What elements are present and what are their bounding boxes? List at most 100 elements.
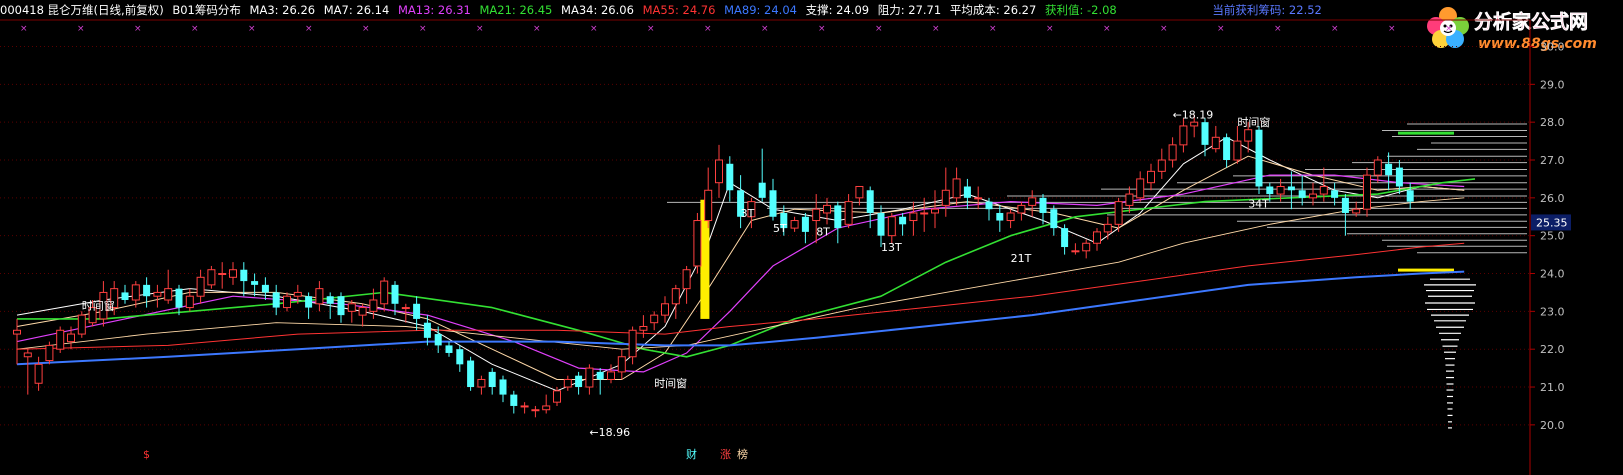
candle-body [153,291,162,297]
candle-body [1082,242,1091,252]
candle-body [434,334,442,346]
candle [45,341,54,365]
candle-body [650,314,659,324]
top-x-marker: × [1388,24,1396,34]
annotation-label: 3T [741,207,755,220]
candle [164,269,173,304]
candle [1287,171,1295,210]
top-x-marker: × [362,24,370,34]
y-tick-label: 26.0 [1540,192,1565,205]
candle [229,262,237,285]
candle-body [704,189,713,222]
candle-body [347,303,356,312]
grid-lines [0,19,1530,426]
candle [1211,125,1220,153]
price-chart[interactable]: 时间窗时间窗时间窗←18.96←18.193T5T 8T13T21T34T 30.… [0,0,1623,475]
candle-body [628,329,637,358]
candle [272,284,280,316]
candle [467,356,475,391]
candle [920,197,929,232]
annotation-label: 5T [773,222,787,235]
top-x-marker: × [590,24,598,34]
annotation-label: 34T [1248,197,1269,210]
annotation-label: 时间窗 [1237,115,1270,129]
top-x-marker: × [932,24,940,34]
top-x-marker: × [1445,24,1453,34]
candle-body [726,163,734,191]
annotation-label: 13T [881,241,902,254]
candle [510,390,518,414]
candle [520,402,529,414]
candle [585,364,594,395]
candle-body [596,371,604,380]
candle-body [1352,208,1361,214]
candle [1255,125,1263,195]
candle [1006,209,1015,229]
candle-body [305,296,313,308]
candle-body [801,216,809,232]
candle-body [413,303,421,319]
annotation-label: 8T [816,226,830,239]
top-x-marker: × [20,24,28,34]
candle-body [13,329,21,335]
y-tick-label: 29.0 [1540,78,1565,91]
candle [887,212,896,244]
top-x-marker: × [1046,24,1054,34]
candle-body [1093,231,1101,244]
candle-body [283,295,291,309]
candle-body [326,296,334,304]
candle [628,326,637,365]
candle [445,341,453,357]
candle-body [423,322,431,338]
top-x-marker: × [1103,24,1111,34]
candle-body [1373,159,1382,176]
candle-body [1319,185,1328,195]
candle [143,277,151,308]
candle [844,194,853,229]
top-x-marker: × [761,24,769,34]
candle-body [1298,190,1306,198]
candle-body [1125,193,1134,206]
top-x-marker: × [191,24,199,34]
candle-body [844,201,853,225]
candle-body [790,220,799,229]
candle [596,368,604,395]
candle-body [131,284,140,301]
candle-body [121,292,129,300]
candle-body [1233,140,1242,161]
candle [542,394,551,414]
candle-body [607,371,615,380]
candle [758,148,766,202]
candle-body [1201,122,1209,145]
candle-body [207,269,216,286]
candle [413,296,421,331]
candle-body [823,204,831,214]
candle [175,284,183,316]
annotation-label: ←18.19 [1173,108,1214,121]
candle [1147,163,1155,191]
candle [488,368,496,395]
candle [380,277,389,312]
candlesticks [13,114,1414,418]
candle [693,212,702,274]
candle [639,315,648,338]
annotation-label: 时间窗 [654,376,687,390]
candle-body [175,288,183,308]
bottom-signal-label: 榜 [737,447,748,461]
y-tick-label: 23.0 [1540,305,1565,318]
candle [974,186,983,210]
candle [1179,118,1188,153]
candle-body [941,189,950,206]
candle [207,265,216,289]
candle-body [488,371,496,388]
candle [715,144,723,198]
candle-body [531,409,540,412]
candle-body [143,284,151,297]
bottom-signal-label: $ [143,448,150,461]
candle-body [1061,228,1069,248]
candle [218,262,227,289]
chip-marker [1398,131,1454,135]
candle-body [1395,167,1403,187]
candle [823,197,831,225]
candle [617,349,626,380]
